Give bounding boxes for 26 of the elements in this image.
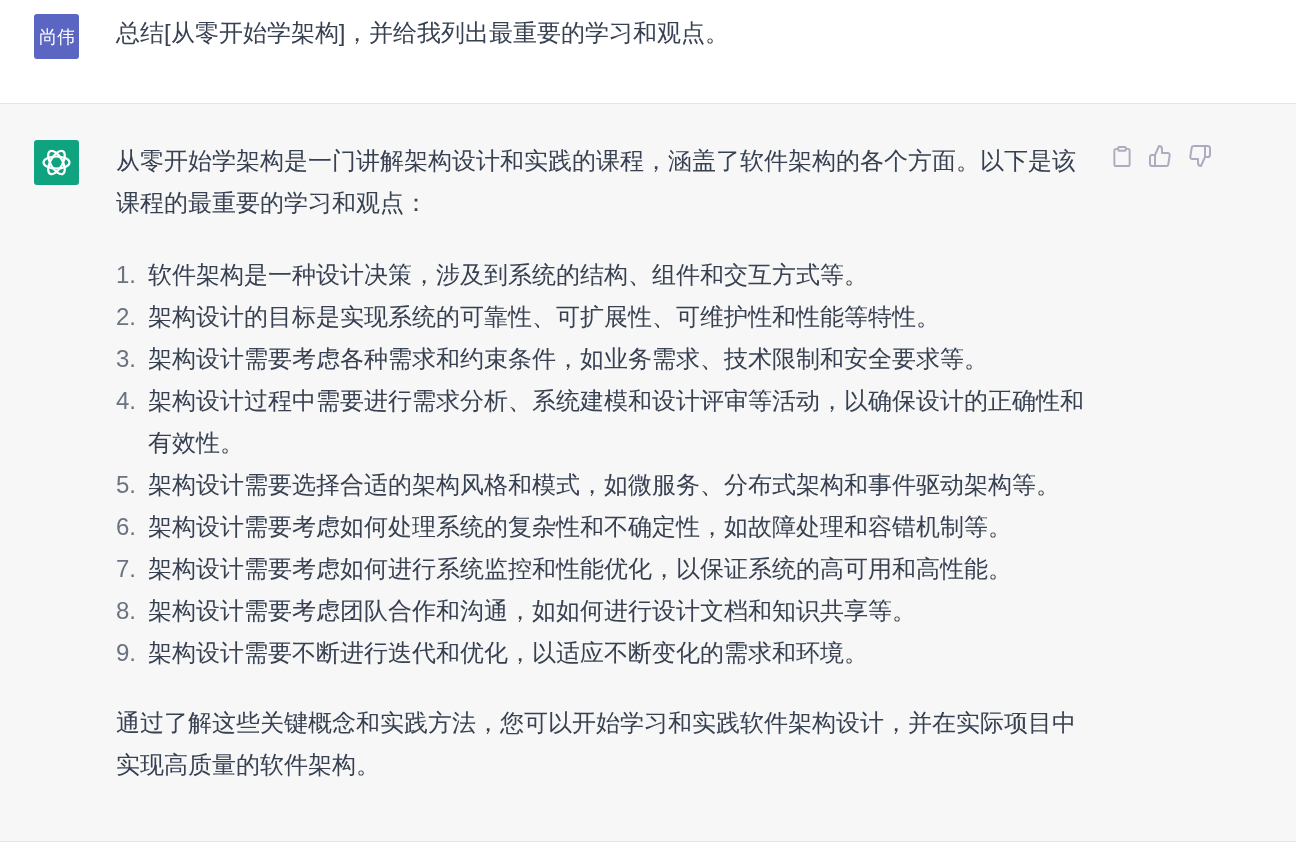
thumbs-down-icon[interactable] — [1189, 145, 1211, 167]
user-message-text: 总结[从零开始学架构]，并给我列出最重要的学习和观点。 — [116, 18, 730, 48]
list-number: 8. — [116, 596, 137, 626]
list-number: 7. — [116, 554, 137, 584]
list-number: 9. — [116, 638, 137, 668]
list-number: 5. — [116, 470, 137, 500]
assistant-logo-icon — [34, 140, 79, 185]
intro-paragraph: 从零开始学架构是一门讲解架构设计和实践的课程，涵盖了软件架构的各个方面。以下是该课程的最重要的学习和观点： — [116, 146, 1077, 218]
list-item-text: 软件架构是一种设计决策，涉及到系统的结构、组件和交互方式等。 — [148, 260, 869, 290]
thumbs-up-icon[interactable] — [1149, 145, 1171, 167]
list-item-text: 架构设计需要考虑如何进行系统监控和性能优化，以保证系统的高可用和高性能。 — [148, 554, 1013, 584]
conclusion-paragraph: 通过了解这些关键概念和实践方法，您可以开始学习和实践软件架构设计，并在实际项目中实现高质量的软件架构。 — [116, 708, 1077, 780]
list-number: 6. — [116, 512, 137, 542]
list-item-text: 架构设计的目标是实现系统的可靠性、可扩展性、可维护性和性能等特性。 — [148, 302, 941, 332]
list-number: 3. — [116, 344, 137, 374]
list-item-text: 架构设计需要考虑如何处理系统的复杂性和不确定性，如故障处理和容错机制等。 — [148, 512, 1013, 542]
list-number: 1. — [116, 260, 137, 290]
clipboard-icon[interactable] — [1113, 145, 1131, 167]
list-item-text: 架构设计需要选择合适的架构风格和模式，如微服务、分布式架构和事件驱动架构等。 — [148, 470, 1061, 500]
list-number: 4. — [116, 386, 137, 416]
list-item-text: 架构设计需要不断进行迭代和优化，以适应不断变化的需求和环境。 — [148, 638, 869, 668]
list-number: 2. — [116, 302, 137, 332]
list-item-text: 架构设计需要考虑团队合作和沟通，如如何进行设计文档和知识共享等。 — [148, 596, 917, 626]
user-avatar: 尚伟 — [34, 14, 79, 59]
list-item-text: 架构设计需要考虑各种需求和约束条件，如业务需求、技术限制和安全要求等。 — [148, 344, 989, 374]
list-item-text: 架构设计过程中需要进行需求分析、系统建模和设计评审等活动，以确保设计的正确性和有效性。 — [148, 386, 1085, 458]
